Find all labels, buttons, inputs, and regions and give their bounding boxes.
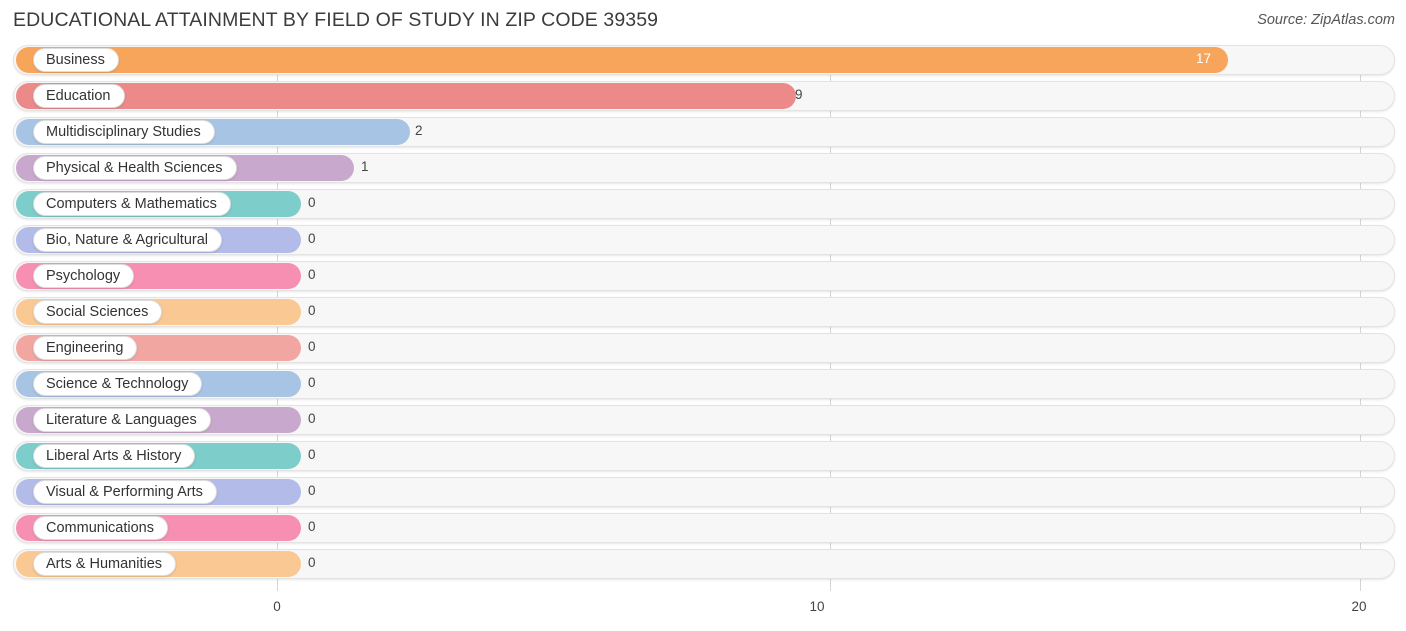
category-label-pill: Science & Technology: [33, 372, 203, 396]
source-attribution: Source: ZipAtlas.com: [1257, 12, 1395, 28]
category-label: Psychology: [46, 267, 121, 284]
chart-header: EDUCATIONAL ATTAINMENT BY FIELD OF STUDY…: [0, 0, 1406, 45]
category-label: Computers & Mathematics: [46, 195, 217, 212]
bar-row[interactable]: Visual & Performing Arts 0: [0, 477, 1406, 507]
bar-value-label: 0: [308, 411, 316, 426]
category-label-pill: Engineering: [33, 336, 138, 360]
bar-row[interactable]: Communications 0: [0, 513, 1406, 543]
bar-value-label: 0: [308, 519, 316, 534]
category-label-pill: Liberal Arts & History: [33, 444, 196, 468]
value-bar[interactable]: [16, 83, 796, 109]
bar-value-label: 0: [308, 267, 316, 282]
bar-value-label: 0: [308, 447, 316, 462]
bar-row[interactable]: Literature & Languages 0: [0, 405, 1406, 435]
category-label-pill: Visual & Performing Arts: [33, 480, 217, 504]
category-label-pill: Computers & Mathematics: [33, 192, 231, 216]
bar-value-label: 17: [1196, 51, 1212, 66]
category-label: Physical & Health Sciences: [46, 159, 223, 176]
bar-row[interactable]: Social Sciences 0: [0, 297, 1406, 327]
category-label: Multidisciplinary Studies: [46, 123, 201, 140]
bar-value-label: 2: [415, 123, 423, 138]
x-axis-tick: 10: [809, 599, 825, 614]
x-axis-tick: 20: [1351, 599, 1367, 614]
category-label: Business: [46, 51, 105, 68]
bar-row[interactable]: Multidisciplinary Studies 2: [0, 117, 1406, 147]
category-label-pill: Physical & Health Sciences: [33, 156, 237, 180]
category-label: Visual & Performing Arts: [46, 483, 203, 500]
bar-row[interactable]: Physical & Health Sciences 1: [0, 153, 1406, 183]
category-label: Engineering: [46, 339, 124, 356]
category-label: Literature & Languages: [46, 411, 197, 428]
bar-row[interactable]: Business 17: [0, 45, 1406, 75]
category-label-pill: Social Sciences: [33, 300, 163, 324]
bar-row[interactable]: Science & Technology 0: [0, 369, 1406, 399]
category-label-pill: Education: [33, 84, 125, 108]
bar-row[interactable]: Bio, Nature & Agricultural 0: [0, 225, 1406, 255]
bar-row[interactable]: Arts & Humanities 0: [0, 549, 1406, 579]
bar-value-label: 0: [308, 231, 316, 246]
category-label: Education: [46, 87, 111, 104]
category-label-pill: Communications: [33, 516, 168, 540]
bar-rows: Business 17 Education 9 Multidisciplinary St…: [0, 45, 1406, 585]
category-label: Social Sciences: [46, 303, 149, 320]
x-axis: 0 10 20: [0, 597, 1406, 631]
bar-row[interactable]: Psychology 0: [0, 261, 1406, 291]
category-label-pill: Arts & Humanities: [33, 552, 177, 576]
bar-value-label: 0: [308, 195, 316, 210]
category-label-pill: Literature & Languages: [33, 408, 211, 432]
bar-row[interactable]: Computers & Mathematics 0: [0, 189, 1406, 219]
category-label: Liberal Arts & History: [46, 447, 182, 464]
bar-value-label: 0: [308, 555, 316, 570]
category-label: Arts & Humanities: [46, 555, 163, 572]
category-label: Science & Technology: [46, 375, 189, 392]
bar-row[interactable]: Engineering 0: [0, 333, 1406, 363]
bar-value-label: 9: [795, 87, 803, 102]
bar-value-label: 0: [308, 375, 316, 390]
x-axis-tick: 0: [273, 599, 281, 614]
category-label-pill: Bio, Nature & Agricultural: [33, 228, 222, 252]
bar-value-label: 0: [308, 303, 316, 318]
bar-row[interactable]: Liberal Arts & History 0: [0, 441, 1406, 471]
chart-plot-area: Business 17 Education 9 Multidisciplinary St…: [0, 45, 1406, 597]
value-bar[interactable]: [16, 47, 1228, 73]
category-label-pill: Multidisciplinary Studies: [33, 120, 215, 144]
bar-value-label: 0: [308, 339, 316, 354]
page-title: EDUCATIONAL ATTAINMENT BY FIELD OF STUDY…: [13, 9, 659, 31]
category-label: Communications: [46, 519, 154, 536]
bar-value-label: 1: [361, 159, 369, 174]
bar-value-label: 0: [308, 483, 316, 498]
bar-row[interactable]: Education 9: [0, 81, 1406, 111]
category-label-pill: Psychology: [33, 264, 135, 288]
category-label: Bio, Nature & Agricultural: [46, 231, 208, 248]
category-label-pill: Business: [33, 48, 119, 72]
